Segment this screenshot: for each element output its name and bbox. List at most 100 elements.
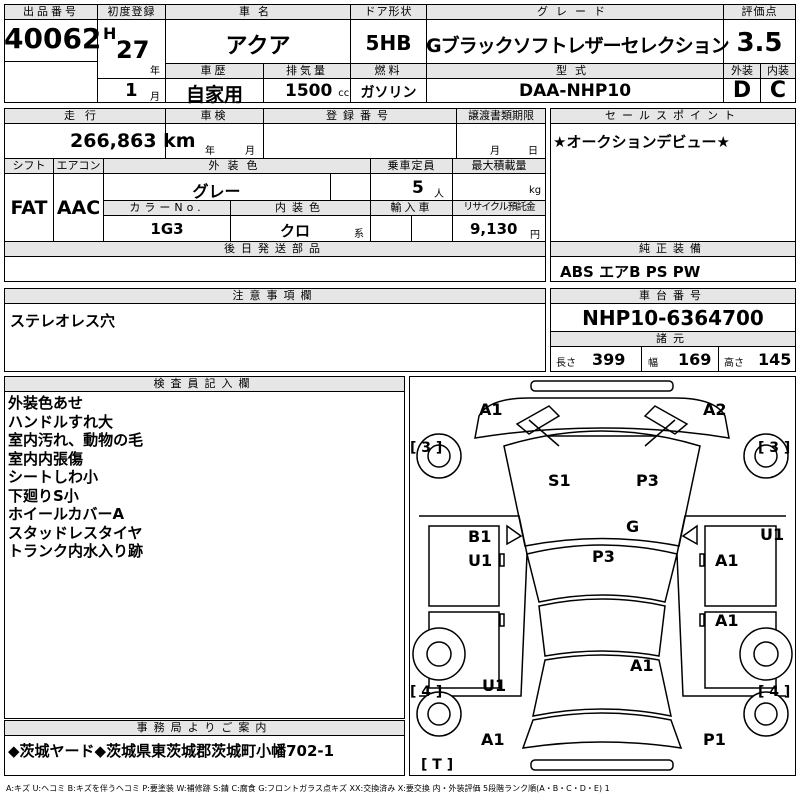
damage-mark: P1 xyxy=(703,730,726,749)
displacement-header: 排気量 xyxy=(263,63,351,79)
transfer-day-unit: 日 xyxy=(528,146,538,157)
car-name-header: 車名 xyxy=(165,4,351,20)
inspector-line: 室内汚れ、動物の毛 xyxy=(8,431,144,449)
transfer-header: 譲渡書類期限 xyxy=(456,108,546,124)
equipment: ABS エアB PS PW xyxy=(560,263,701,281)
height: 145 xyxy=(758,350,792,369)
damage-mark: S1 xyxy=(548,471,571,490)
exterior-header: 外装 xyxy=(723,63,761,79)
capacity-unit: 人 xyxy=(434,189,444,200)
damage-mark: P3 xyxy=(636,471,659,490)
load-unit: kg xyxy=(529,185,542,196)
damage-mark: A1 xyxy=(630,656,654,675)
damage-mark: A1 xyxy=(715,551,739,570)
air-conditioner: AAC xyxy=(56,197,101,219)
inspector-line: ハンドルすれ大 xyxy=(8,412,114,431)
width: 169 xyxy=(678,350,712,369)
inspector-line: 外装色あせ xyxy=(8,394,84,412)
height-label: 高さ xyxy=(724,358,744,369)
inspector-line: ホイールカバーA xyxy=(8,505,125,523)
score: 3.5 xyxy=(736,28,783,58)
first-reg-year-unit: 年 xyxy=(150,66,160,77)
damage-mark: U1 xyxy=(760,525,785,544)
shift-header: シフト xyxy=(4,158,54,174)
inspection-month-unit: 月 xyxy=(245,146,255,157)
inspector-line: シートしわ小 xyxy=(8,468,99,486)
mileage-header: 走行 xyxy=(4,108,166,124)
lot-no-header: 出品番号 xyxy=(4,4,98,20)
color-header: 外装色 xyxy=(103,158,371,174)
first-reg-year: 27 xyxy=(116,36,150,64)
mileage-unit: km xyxy=(163,130,196,152)
first-reg-month: 1 xyxy=(125,80,138,101)
inspector-line: スタッドレスタイヤ xyxy=(8,523,143,542)
sales-point: ★オークションデビュー★ xyxy=(553,133,730,151)
model-header: 型式 xyxy=(426,63,724,79)
damage-mark: G xyxy=(626,517,640,536)
recycle-fee: 9,130 xyxy=(470,220,518,238)
inspector-line: 室内内張傷 xyxy=(8,449,84,468)
mileage: 266,863 km xyxy=(70,130,196,152)
damage-mark: U1 xyxy=(482,676,507,695)
score-header: 評価点 xyxy=(723,4,796,20)
chassis-number: NHP10-6364700 xyxy=(582,306,764,330)
width-label: 幅 xyxy=(648,358,658,369)
displacement: 1500 cc xyxy=(285,81,349,101)
damage-mark: A1 xyxy=(715,611,739,630)
recycle-unit: 円 xyxy=(530,230,540,241)
inspection-header: 車検 xyxy=(165,108,264,124)
model: DAA-NHP10 xyxy=(518,81,632,101)
lot-no: 40062 xyxy=(4,22,102,55)
inspector-header: 検査員記入欄 xyxy=(4,376,405,392)
grade: Gブラックソフトレザーセレクション xyxy=(426,35,730,57)
damage-mark: A2 xyxy=(703,400,727,419)
damage-mark: [ T ] xyxy=(421,757,454,773)
damage-mark: A1 xyxy=(479,400,503,419)
history: 自家用 xyxy=(185,84,243,106)
interior-color-unit: 系 xyxy=(354,229,364,240)
load-header: 最大積載量 xyxy=(452,158,546,174)
plate-header: 登録番号 xyxy=(263,108,457,124)
car-diagram xyxy=(412,380,793,771)
first-reg-era: H xyxy=(103,24,117,43)
displacement-value: 1500 xyxy=(285,81,333,101)
notes-text: ステレオレス穴 xyxy=(10,312,116,330)
interior-color: クロ xyxy=(280,222,311,240)
damage-mark: P3 xyxy=(592,547,615,566)
damage-mark: [ 4 ] xyxy=(410,684,443,700)
damage-mark: A1 xyxy=(481,730,505,749)
damage-mark: U1 xyxy=(468,551,493,570)
capacity: 5 xyxy=(412,178,424,198)
interior-header: 内装 xyxy=(760,63,796,79)
notes-header: 注意事項欄 xyxy=(4,288,546,304)
inspector-line: トランク内水入り跡 xyxy=(8,542,144,560)
body-color: グレー xyxy=(192,182,241,201)
damage-mark: [ 3 ] xyxy=(410,440,443,456)
color-no-header: カラーNo. xyxy=(103,200,231,216)
grade-header: グレード xyxy=(426,4,724,20)
chassis-header: 車台番号 xyxy=(550,288,796,304)
damage-mark: B1 xyxy=(468,527,492,546)
later-parts-header: 後日発送部品 xyxy=(4,241,546,257)
mileage-value: 266,863 xyxy=(70,130,157,152)
sales-point-header: セールスポイント xyxy=(550,108,796,124)
transfer-month-unit: 月 xyxy=(490,146,500,157)
damage-mark: [ 3 ] xyxy=(758,440,791,456)
door-type: 5HB xyxy=(365,31,412,55)
door-header: ドア形状 xyxy=(350,4,427,20)
office-header: 事務局よりご案内 xyxy=(4,720,405,736)
capacity-header: 乗車定員 xyxy=(370,158,453,174)
fuel-header: 燃料 xyxy=(350,63,427,79)
spec-header: 諸元 xyxy=(550,331,796,347)
inspection-year-unit: 年 xyxy=(205,146,215,157)
displacement-unit: cc xyxy=(338,88,350,99)
history-header: 車歴 xyxy=(165,63,264,79)
length: 399 xyxy=(592,350,626,369)
office-text: ◆茨城ヤード◆茨城県東茨城郡茨城町小幡702-1 xyxy=(8,742,335,760)
color-no: 1G3 xyxy=(150,220,184,238)
car-name: アクア xyxy=(225,34,291,59)
shift: FAT xyxy=(10,197,48,219)
first-reg-header: 初度登録 xyxy=(97,4,166,20)
length-label: 長さ xyxy=(556,358,576,369)
legend: A:キズ U:ヘコミ B:キズを伴うヘコミ P:要塗装 W:補修跡 S:錆 C:… xyxy=(6,784,610,793)
